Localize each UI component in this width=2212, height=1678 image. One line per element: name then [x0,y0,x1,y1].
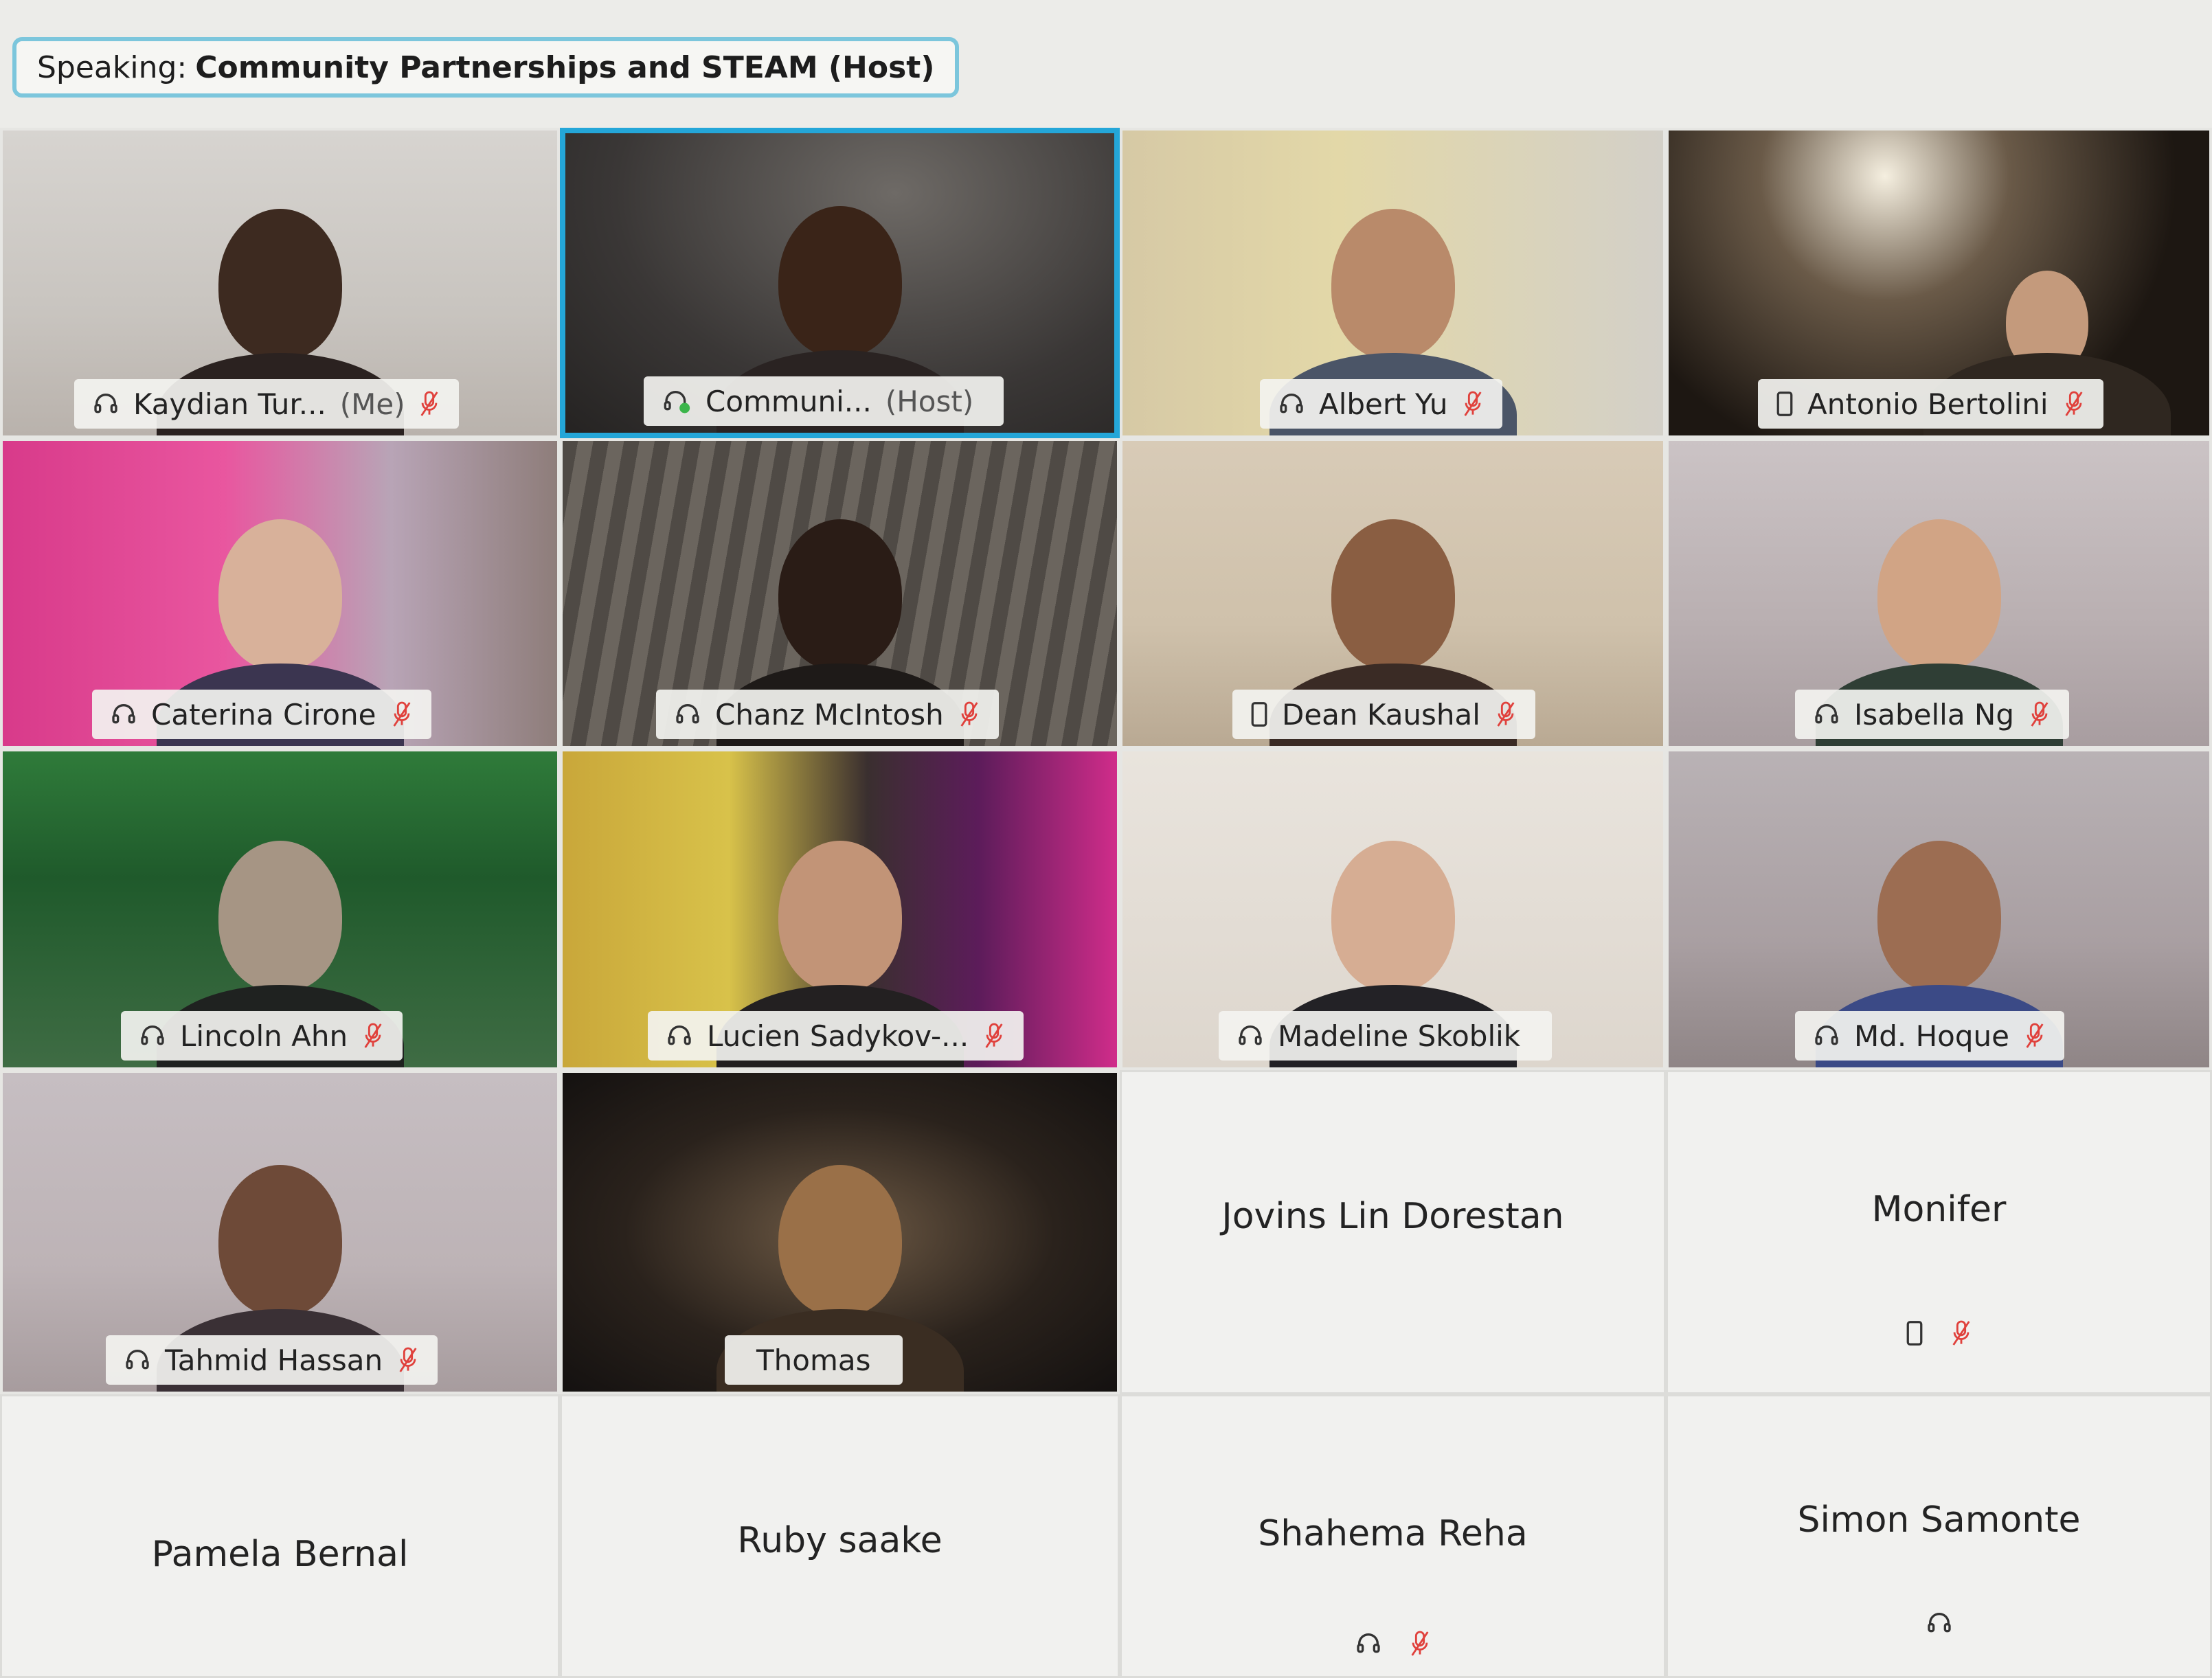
participant-tile[interactable]: Isabella Ng [1666,438,2212,749]
participant-name: Shahema Reha [1258,1513,1528,1554]
speaking-label: Speaking: [37,49,188,85]
participant-name: Lucien Sadykov-... [707,1019,969,1053]
mute-icon [1950,1319,1973,1347]
participant-tile[interactable]: Tahmid Hassan [0,1070,560,1394]
participant-tile-no-video[interactable]: Pamela Bernal [0,1394,560,1678]
participant-name: Madeline Skoblik [1278,1019,1521,1053]
headset-icon [1355,1630,1382,1657]
participant-nameplate: Lincoln Ahn [121,1011,403,1061]
participant-nameplate: Communi... (Host) [644,376,1004,426]
participant-name: Md. Hoque [1854,1019,2009,1053]
participant-name: Chanz McIntosh [715,697,944,732]
participant-tile[interactable]: Antonio Bertolini [1666,128,2212,438]
participant-tile[interactable]: Lucien Sadykov-... [560,749,1120,1070]
participant-suffix: (Me) [339,387,405,421]
mute-icon [2062,390,2086,418]
participant-nameplate: Md. Hoque [1795,1011,2064,1061]
participant-suffix: (Host) [885,384,974,418]
mute-icon [1461,390,1485,418]
participant-nameplate: Tahmid Hassan [106,1335,438,1385]
participant-name: Antonio Bertolini [1807,387,2049,421]
participant-tile-no-video[interactable]: Shahema Reha [1120,1394,1666,1678]
participant-tile[interactable]: Caterina Cirone [0,438,560,749]
headset-icon [110,701,137,728]
participant-tile[interactable]: Madeline Skoblik [1120,749,1666,1070]
participant-tile-no-video[interactable]: Simon Samonte [1666,1394,2212,1678]
participant-tile-no-video[interactable]: Jovins Lin Dorestan [1120,1070,1666,1394]
mute-icon [396,1346,420,1374]
participant-tile[interactable]: Kaydian Tur... (Me) [0,128,560,438]
participant-tile[interactable]: Albert Yu [1120,128,1666,438]
headset-icon [1813,701,1840,728]
participant-nameplate: Antonio Bertolini [1758,379,2103,429]
participant-name: Albert Yu [1319,387,1448,421]
mute-icon [2023,1022,2046,1050]
phone-icon [1776,390,1794,418]
participant-nameplate: Lucien Sadykov-... [648,1011,1024,1061]
participant-nameplate: Albert Yu [1260,379,1503,429]
participant-name: Tahmid Hassan [165,1343,383,1377]
headset-icon [1237,1022,1264,1050]
mute-icon [418,390,441,418]
headset-icon [92,390,120,418]
participant-nameplate: Madeline Skoblik [1219,1011,1553,1061]
participant-name: Pamela Bernal [151,1534,409,1575]
participant-nameplate: Dean Kaushal [1232,690,1535,739]
mute-icon [361,1022,385,1050]
mute-icon [958,701,981,728]
mute-icon [2028,701,2051,728]
participant-name: Simon Samonte [1797,1499,2081,1541]
participant-name: Communi... [706,384,872,418]
participant-status-icons [1668,1319,2210,1347]
participant-nameplate: Isabella Ng [1795,690,2070,739]
phone-icon [1906,1319,1923,1347]
participant-tile[interactable]: Dean Kaushal [1120,438,1666,749]
participant-name: Lincoln Ahn [180,1019,348,1053]
participant-name: Monifer [1871,1189,2007,1230]
participant-tile-no-video[interactable]: Ruby saake [560,1394,1120,1678]
call-in-icon [662,387,692,415]
participant-tile[interactable]: Md. Hoque [1666,749,2212,1070]
participant-nameplate: Caterina Cirone [92,690,431,739]
meeting-window: Speaking: Community Partnerships and STE… [0,0,2212,1678]
participant-nameplate: Kaydian Tur... (Me) [74,379,459,429]
phone-icon [1250,701,1268,728]
participant-tile-active[interactable]: Communi... (Host) [560,128,1120,438]
mute-icon [1494,701,1517,728]
speaking-indicator: Speaking: Community Partnerships and STE… [12,37,960,98]
headset-icon [124,1346,151,1374]
speaking-name: Community Partnerships and STEAM (Host) [195,49,935,85]
participant-name: Ruby saake [737,1520,943,1561]
participant-tile[interactable]: Thomas [560,1070,1120,1394]
participant-name: Jovins Lin Dorestan [1221,1196,1564,1237]
headset-icon [1278,390,1305,418]
participant-nameplate: Chanz McIntosh [656,690,999,739]
headset-icon [674,701,701,728]
participant-name: Kaydian Tur... [133,387,326,421]
mute-icon [1408,1630,1432,1657]
participant-name: Dean Kaushal [1282,697,1480,732]
mute-icon [982,1022,1006,1050]
headset-icon [1813,1022,1840,1050]
participant-tile[interactable]: Lincoln Ahn [0,749,560,1070]
mute-icon [390,701,414,728]
participant-name: Isabella Ng [1854,697,2015,732]
headset-icon [139,1022,166,1050]
participant-name: Thomas [756,1343,871,1377]
participant-tile[interactable]: Chanz McIntosh [560,438,1120,749]
participant-status-icons [1122,1630,1664,1657]
participant-status-icons [1668,1609,2210,1637]
participant-grid: Kaydian Tur... (Me) Communi... (Host) Al… [0,128,2212,1678]
participant-name: Caterina Cirone [151,697,376,732]
participant-tile-no-video[interactable]: Monifer [1666,1070,2212,1394]
participant-nameplate: Thomas [725,1335,903,1385]
headset-icon [666,1022,693,1050]
headset-icon [1926,1609,1953,1637]
